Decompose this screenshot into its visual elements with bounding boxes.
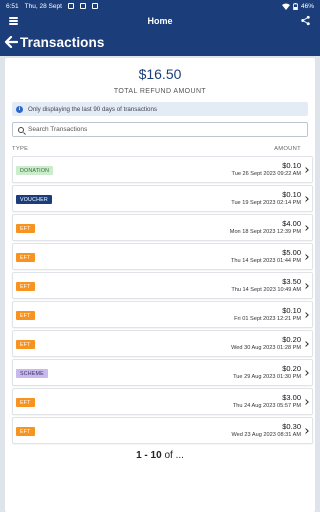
transaction-date: Thu 24 Aug 2023 05:57 PM (232, 403, 301, 409)
total-refund-amount: $16.50 (138, 66, 182, 82)
chevron-right-icon (305, 428, 309, 434)
chevron-right-icon (305, 370, 309, 376)
transaction-row[interactable]: DONATION $0.10 Tue 26 Sept 2023 09:22 AM (12, 156, 313, 183)
battery-icon (293, 2, 298, 10)
transaction-amount: $4.00 (282, 219, 301, 228)
top-bar: Home (0, 12, 320, 30)
transaction-type-badge: EFT (16, 253, 35, 262)
transaction-date: Thu 14 Sept 2023 10:49 AM (231, 287, 301, 293)
notification-icon (67, 3, 74, 9)
top-bar-title: Home (147, 16, 173, 26)
page-header: Transactions (0, 30, 320, 56)
page-title: Transactions (20, 35, 105, 50)
transaction-amount: $0.20 (282, 335, 301, 344)
chevron-right-icon (305, 399, 309, 405)
share-icon[interactable] (300, 15, 311, 26)
pagination: 1 - 10 of ... (5, 450, 315, 461)
pagination-range: 1 - 10 (136, 450, 162, 461)
transaction-date: Mon 18 Sept 2023 12:39 PM (229, 229, 301, 235)
transaction-date: Thu 14 Sept 2023 01:44 PM (231, 258, 301, 264)
info-banner: i Only displaying the last 90 days of tr… (12, 102, 308, 116)
transaction-date: Tue 19 Sept 2023 02:14 PM (231, 200, 301, 206)
wifi-icon (281, 3, 290, 10)
transaction-amount: $0.30 (282, 422, 301, 431)
transaction-amount: $3.50 (282, 277, 301, 286)
transaction-row[interactable]: EFT $4.00 Mon 18 Sept 2023 12:39 PM (12, 214, 313, 241)
transaction-type-badge: SCHEME (16, 369, 48, 378)
transaction-date: Wed 23 Aug 2023 08:31 AM (231, 432, 301, 438)
transaction-date: Fri 01 Sept 2023 12:21 PM (234, 316, 301, 322)
column-header-type: TYPE (12, 146, 29, 152)
transaction-date: Tue 26 Sept 2023 09:22 AM (231, 171, 301, 177)
transaction-type-badge: EFT (16, 282, 35, 291)
transaction-row[interactable]: VOUCHER $0.10 Tue 19 Sept 2023 02:14 PM (12, 185, 313, 212)
transaction-type-badge: EFT (16, 340, 35, 349)
chevron-right-icon (305, 167, 309, 173)
back-arrow-icon[interactable] (4, 35, 18, 49)
transaction-row[interactable]: EFT $0.10 Fri 01 Sept 2023 12:21 PM (12, 301, 313, 328)
status-time: 6:51 (6, 2, 19, 10)
info-icon: i (16, 105, 23, 113)
chevron-right-icon (305, 225, 309, 231)
search-input[interactable] (28, 126, 298, 133)
transaction-type-badge: DONATION (16, 166, 54, 175)
transaction-amount: $0.20 (282, 364, 301, 373)
transaction-type-badge: EFT (16, 224, 35, 233)
pagination-total: of ... (164, 450, 184, 461)
transaction-amount: $0.10 (282, 190, 301, 199)
transaction-amount: $5.00 (282, 248, 301, 257)
transaction-amount: $3.00 (282, 393, 301, 402)
status-date: Thu, 28 Sept (24, 2, 62, 10)
transaction-row[interactable]: EFT $3.00 Thu 24 Aug 2023 05:57 PM (12, 388, 313, 415)
transaction-row[interactable]: EFT $3.50 Thu 14 Sept 2023 10:49 AM (12, 272, 313, 299)
chevron-right-icon (305, 312, 309, 318)
transaction-type-badge: EFT (16, 427, 35, 436)
notification-icon (79, 3, 86, 9)
transaction-amount: $0.10 (282, 306, 301, 315)
chevron-right-icon (305, 254, 309, 260)
info-text: Only displaying the last 90 days of tran… (28, 105, 157, 113)
search-box[interactable] (12, 122, 308, 137)
transaction-type-badge: VOUCHER (16, 195, 52, 204)
chevron-right-icon (305, 196, 309, 202)
total-refund-label: TOTAL REFUND AMOUNT (113, 88, 207, 95)
transaction-row[interactable]: EFT $0.20 Wed 30 Aug 2023 01:28 PM (12, 330, 313, 357)
transactions-card: $16.50 TOTAL REFUND AMOUNT i Only displa… (5, 58, 315, 512)
transaction-row[interactable]: EFT $0.30 Wed 23 Aug 2023 08:31 AM (12, 417, 313, 444)
transaction-date: Wed 30 Aug 2023 01:28 PM (231, 345, 301, 351)
transaction-row[interactable]: SCHEME $0.20 Tue 29 Aug 2023 01:30 PM (12, 359, 313, 386)
transaction-amount: $0.10 (282, 161, 301, 170)
transaction-row[interactable]: EFT $5.00 Thu 14 Sept 2023 01:44 PM (12, 243, 313, 270)
status-bar: 6:51 Thu, 28 Sept 46% (0, 0, 320, 12)
notification-icon (91, 3, 98, 9)
chevron-right-icon (305, 341, 309, 347)
search-icon (18, 126, 24, 133)
menu-icon[interactable] (9, 16, 18, 26)
column-headers: TYPE AMOUNT (12, 146, 301, 154)
transaction-type-badge: EFT (16, 398, 35, 407)
transaction-date: Tue 29 Aug 2023 01:30 PM (233, 374, 301, 380)
battery-percent: 46% (300, 2, 314, 10)
column-header-amount: AMOUNT (274, 146, 301, 152)
transaction-type-badge: EFT (16, 311, 35, 320)
chevron-right-icon (305, 283, 309, 289)
